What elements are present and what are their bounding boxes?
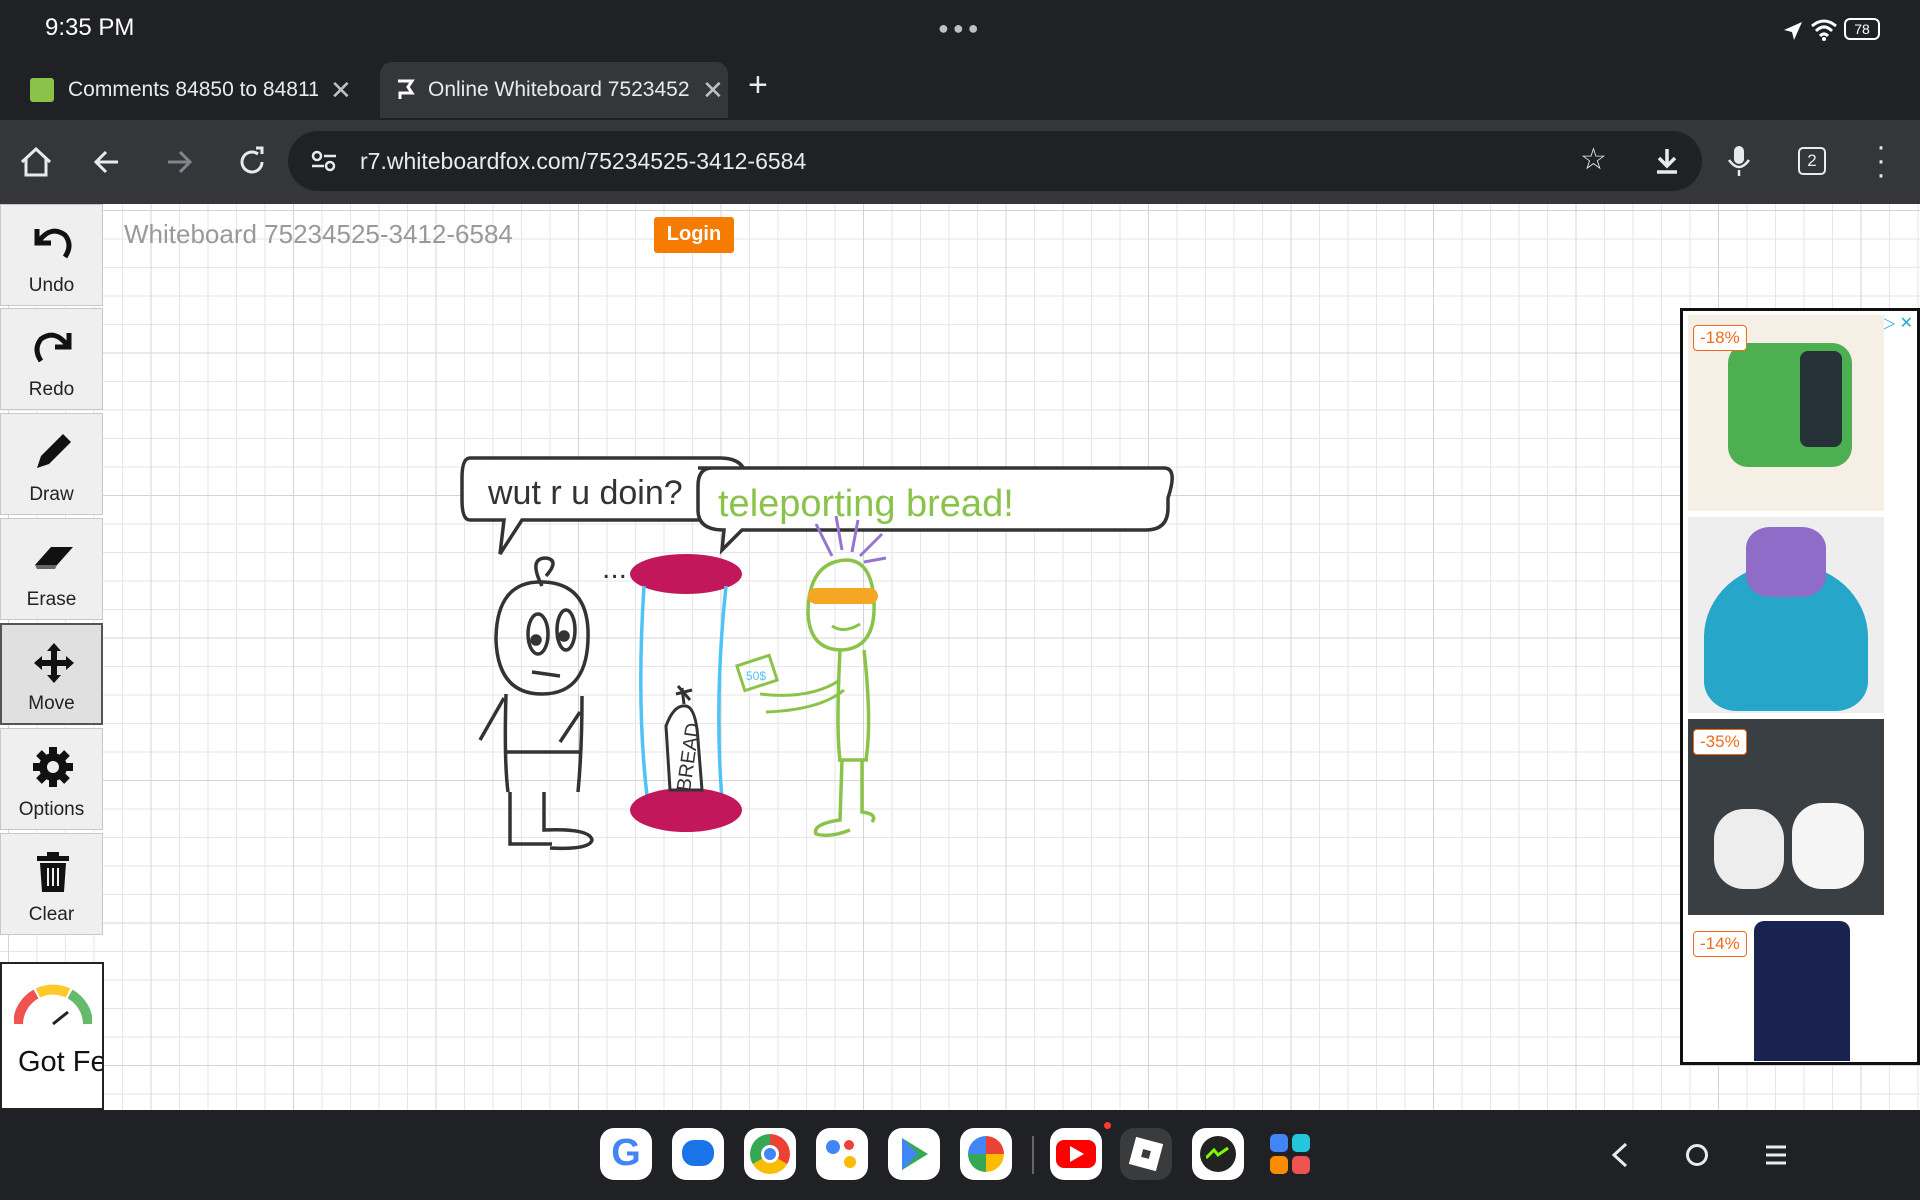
feedback-widget[interactable]: Got Feedb [0,962,104,1110]
app-drawer-icon[interactable] [1264,1128,1316,1180]
dock-divider [1032,1136,1034,1174]
redo-label: Redo [28,379,75,400]
download-icon[interactable] [1652,146,1682,176]
menu-kebab-icon[interactable]: · · · [1876,132,1886,190]
gear-icon [33,747,73,787]
tab-comments[interactable]: Comments 84850 to 84811 ✕ [30,62,370,118]
tab-favicon-icon [398,79,415,99]
tab-favicon-icon [30,78,54,102]
back-icon[interactable] [86,140,130,184]
redo-icon [34,332,72,363]
bubble-right-text: teleporting bread! [718,483,1014,525]
stick-figure-left [478,556,594,851]
chrome-app-icon[interactable] [744,1128,796,1180]
undo-label: Undo [28,275,75,296]
play-store-app-icon[interactable] [888,1128,940,1180]
messenger-app-icon[interactable] [1192,1128,1244,1180]
options-button[interactable]: Options [0,728,103,830]
site-info-icon[interactable] [310,148,338,174]
eraser-icon [35,547,73,569]
trash-icon [37,852,69,892]
tab-switcher-button[interactable]: 2 [1798,147,1826,175]
wifi-icon [1811,19,1837,41]
close-tab-icon[interactable]: ✕ [330,75,352,106]
forward-icon[interactable] [158,140,202,184]
url-text[interactable]: r7.whiteboardfox.com/75234525-3412-6584 [360,148,806,175]
undo-icon [34,228,72,259]
erase-label: Erase [26,589,77,610]
new-tab-button[interactable]: + [748,66,768,105]
messages-app-icon[interactable] [672,1128,724,1180]
bookmark-star-icon[interactable]: ☆ [1580,142,1607,177]
options-label: Options [18,799,85,820]
roblox-app-icon[interactable] [1120,1128,1172,1180]
move-label: Move [28,693,75,714]
photos-app-icon[interactable] [960,1128,1012,1180]
nav-back-icon[interactable] [1606,1140,1634,1170]
ad-shoe-left [1714,809,1784,889]
redo-button[interactable]: Redo [0,308,103,410]
discount-badge: -18% [1693,325,1747,351]
tab-whiteboard[interactable]: Online Whiteboard 7523452 ✕ [380,62,728,118]
youtube-app-icon[interactable] [1050,1122,1111,1180]
tab-title: Online Whiteboard 7523452 [428,78,690,101]
location-icon [1784,22,1802,40]
whiteboard-drawing: wut r u doin? teleporting bread! ... BRE… [460,456,1174,851]
ad-shoe-right [1792,803,1864,889]
home-icon[interactable] [14,140,58,184]
ad-phone-screen [1800,351,1842,447]
ad-dress-top [1746,527,1826,597]
login-button[interactable]: Login [654,217,734,253]
status-time: 9:35 PM [45,14,135,41]
teleporter-bottom [630,788,742,832]
pencil-icon [37,434,71,468]
nav-recents-icon[interactable] [1764,1144,1788,1166]
bubble-left-text: wut r u doin? [487,474,683,512]
reload-icon[interactable] [230,140,274,184]
discount-badge: -14% [1693,931,1747,957]
tab-count: 2 [1807,151,1817,170]
clear-button[interactable]: Clear [0,833,103,935]
undo-button[interactable]: Undo [0,204,103,306]
ad-floral-dress-graphic [1754,921,1850,1061]
discount-badge: -35% [1693,729,1747,755]
nav-home-icon[interactable] [1686,1144,1708,1166]
whiteboard-title: Whiteboard 75234525-3412-6584 [124,219,513,249]
microphone-icon[interactable] [1726,144,1752,178]
ad-choices-icon[interactable]: ▷ ✕ [1883,313,1913,333]
ad-image-dress-blue[interactable] [1688,517,1884,713]
clear-label: Clear [28,904,75,925]
erase-button[interactable]: Erase [0,518,103,620]
battery-level: 78 [1854,21,1870,37]
close-tab-icon[interactable]: ✕ [702,75,724,106]
assistant-app-icon[interactable] [816,1128,868,1180]
google-app-icon[interactable]: G [600,1128,652,1180]
ad-panel[interactable]: ▷ ✕ -18% -35% -14% [1680,308,1920,1065]
move-button[interactable]: Move [0,623,103,725]
ellipsis-dots: ... [602,552,627,585]
draw-button[interactable]: Draw [0,413,103,515]
draw-label: Draw [29,484,74,505]
battery-icon: 78 [1844,18,1880,40]
move-icon [34,643,74,683]
feedback-gauge-icon [14,984,92,1026]
feedback-label: Got Feedb [18,1046,104,1078]
card-label: 50$ [746,669,766,683]
tab-title: Comments 84850 to 84811 [68,78,318,101]
overflow-dots: ●●● [938,18,983,38]
